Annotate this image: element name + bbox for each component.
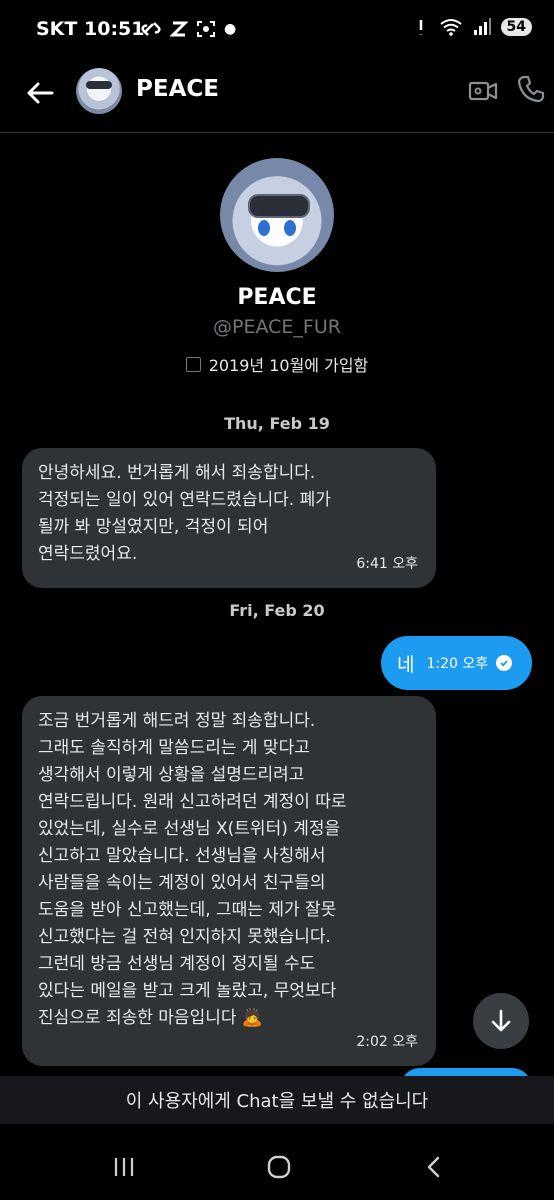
date-separator: Thu, Feb 19 (224, 414, 330, 433)
status-carrier-time: SKT 10:51 (36, 18, 145, 40)
message-time: 2:02 오후 (356, 1034, 418, 1050)
status-right: 54 (413, 18, 532, 36)
profile-avatar[interactable] (220, 158, 334, 272)
date-separator: Fri, Feb 20 (229, 601, 325, 620)
dot-icon: ● (224, 21, 237, 37)
message-incoming[interactable]: 안녕하세요. 번거롭게 해서 죄송합니다. 걱정되는 일이 있어 연락드렸습니다… (22, 448, 436, 588)
status-bar: SKT 10:51 ● 54 (0, 0, 554, 60)
message-incoming[interactable]: 조금 번거롭게 해드려 정말 죄송합니다. 그래도 솔직하게 말씀드리는 게 맞… (22, 696, 436, 1066)
scan-icon (197, 21, 215, 37)
profile-name: PEACE (237, 285, 317, 310)
nav-back-button[interactable] (414, 1152, 454, 1182)
message-text: 네 (397, 653, 415, 676)
phone-call-icon[interactable] (516, 74, 546, 104)
home-icon (267, 1155, 291, 1179)
link-icon (141, 22, 161, 36)
back-arrow-icon[interactable] (24, 76, 58, 110)
recents-button[interactable] (104, 1152, 144, 1182)
message-outgoing[interactable]: 네 1:20 오후 (381, 636, 532, 690)
wifi-icon (439, 19, 462, 36)
system-nav-bar (0, 1134, 554, 1200)
header-title[interactable]: PEACE (136, 76, 219, 102)
calendar-icon (185, 357, 201, 372)
profile-handle[interactable]: @PEACE_FUR (0, 316, 554, 338)
conversation-header: PEACE (0, 60, 554, 133)
home-button[interactable] (259, 1152, 299, 1182)
joined-date: 2019년 10월에 가입함 (0, 352, 554, 376)
cannot-message-banner: 이 사용자에게 Chat을 보낼 수 없습니다 (0, 1076, 554, 1124)
alarm-icon (419, 20, 422, 35)
z-app-icon (170, 21, 188, 37)
message-text: 조금 번거롭게 해드려 정말 죄송합니다. 그래도 솔직하게 말씀드리는 게 맞… (38, 711, 347, 1028)
notification-icons: ● (140, 20, 236, 38)
battery-indicator: 54 (500, 18, 532, 36)
read-check-icon (496, 655, 513, 671)
arrow-down-icon (491, 1009, 511, 1032)
video-call-icon[interactable] (468, 76, 498, 106)
message-time: 1:20 오후 (426, 656, 489, 672)
recents-icon (114, 1158, 134, 1176)
header-avatar[interactable] (76, 68, 122, 114)
scroll-to-bottom-button[interactable] (473, 993, 529, 1049)
message-time: 6:41 오후 (356, 556, 418, 572)
signal-icon (473, 18, 491, 35)
back-icon (427, 1156, 440, 1178)
